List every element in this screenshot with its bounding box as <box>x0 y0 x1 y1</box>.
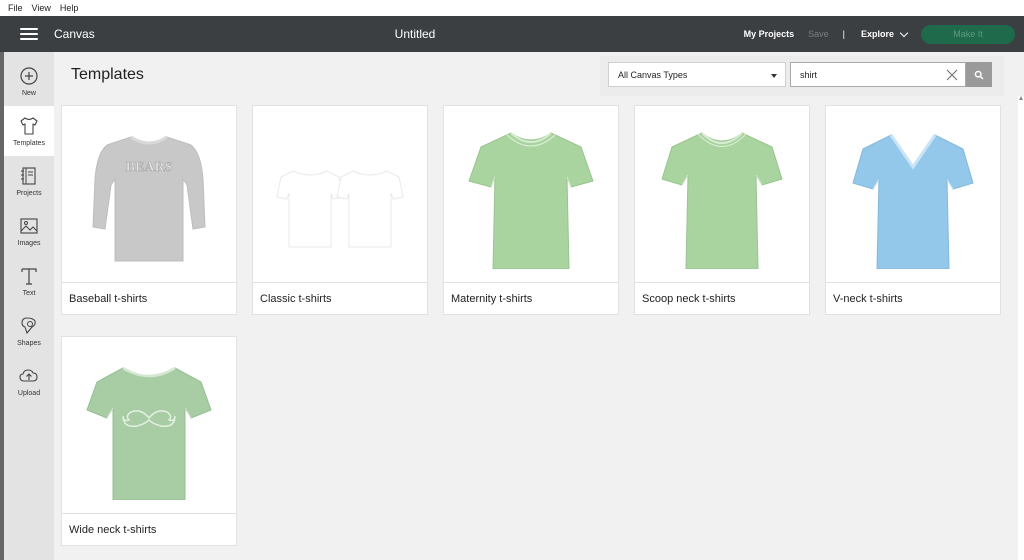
scoop-neck-tshirt-image <box>635 106 809 282</box>
left-sidebar: New Templates Projects Images Text Shape… <box>4 52 54 560</box>
menu-view[interactable]: View <box>32 3 51 13</box>
app-title: Canvas <box>54 27 95 41</box>
baseball-tshirt-image: BEARS <box>62 106 236 282</box>
sidebar-item-templates[interactable]: Templates <box>4 106 54 156</box>
plus-circle-icon <box>20 67 38 85</box>
document-title[interactable]: Untitled <box>395 27 436 41</box>
menu-file[interactable]: File <box>8 3 23 13</box>
search-box <box>790 62 966 87</box>
template-card-vneck[interactable]: V-neck t-shirts <box>825 105 1001 315</box>
template-card-baseball[interactable]: BEARS Baseball t-shirts <box>61 105 237 315</box>
tshirt-icon <box>20 117 38 135</box>
image-icon <box>20 218 38 234</box>
top-bar: Canvas Untitled My Projects Save | Explo… <box>0 16 1024 52</box>
make-it-button[interactable]: Make It <box>921 24 1015 44</box>
my-projects-button[interactable]: My Projects <box>744 29 795 39</box>
template-label: Baseball t-shirts <box>62 282 236 314</box>
template-label: Wide neck t-shirts <box>62 513 236 545</box>
save-button[interactable]: Save <box>808 29 829 39</box>
shapes-icon <box>21 317 36 335</box>
template-label: V-neck t-shirts <box>826 282 1000 314</box>
sidebar-item-label: Text <box>22 290 36 297</box>
template-card-scoop[interactable]: Scoop neck t-shirts <box>634 105 810 315</box>
maternity-tshirt-image <box>444 106 618 282</box>
search-button[interactable] <box>966 62 992 87</box>
search-input[interactable] <box>791 63 939 86</box>
v-neck-tshirt-image <box>826 106 1000 282</box>
sidebar-item-label: Images <box>17 240 41 247</box>
wide-neck-tshirt-image <box>62 337 236 513</box>
caret-down-icon <box>771 74 777 78</box>
bears-graphic: BEARS <box>126 160 173 175</box>
canvas-type-selected: All Canvas Types <box>618 69 688 80</box>
sidebar-item-text[interactable]: Text <box>4 256 54 306</box>
sidebar-item-projects[interactable]: Projects <box>4 156 54 206</box>
clear-search-icon[interactable] <box>945 68 959 82</box>
sidebar-item-label: Templates <box>13 140 45 147</box>
sidebar-item-label: Shapes <box>17 340 41 347</box>
cloud-upload-icon <box>19 369 38 382</box>
hamburger-menu-icon[interactable] <box>20 28 38 40</box>
text-icon <box>21 268 37 285</box>
chevron-down-icon <box>899 28 909 37</box>
top-separator: | <box>842 29 845 39</box>
notebook-icon <box>21 167 36 185</box>
explore-label: Explore <box>860 29 894 39</box>
canvas-type-dropdown[interactable]: All Canvas Types <box>608 62 786 87</box>
sidebar-item-label: New <box>21 90 36 97</box>
menu-bar: File View Help <box>0 0 1024 16</box>
sidebar-item-images[interactable]: Images <box>4 206 54 256</box>
menu-help[interactable]: Help <box>60 3 79 13</box>
sidebar-item-shapes[interactable]: Shapes <box>4 306 54 356</box>
template-card-maternity[interactable]: Maternity t-shirts <box>443 105 619 315</box>
template-card-wide-neck[interactable]: Wide neck t-shirts <box>61 336 237 546</box>
classic-tshirt-image <box>253 106 427 282</box>
template-label: Classic t-shirts <box>253 282 427 314</box>
template-label: Maternity t-shirts <box>444 282 618 314</box>
template-card-classic[interactable]: Classic t-shirts <box>252 105 428 315</box>
sidebar-item-label: Projects <box>16 190 42 197</box>
page-title: Templates <box>71 66 144 83</box>
explore-button[interactable]: Explore <box>860 28 909 39</box>
sidebar-item-upload[interactable]: Upload <box>4 356 54 406</box>
search-icon <box>974 70 984 80</box>
sidebar-item-label: Upload <box>17 390 41 397</box>
content-scrollbar[interactable] <box>1018 96 1024 560</box>
template-label: Scoop neck t-shirts <box>635 282 809 314</box>
sidebar-item-new[interactable]: New <box>4 56 54 106</box>
